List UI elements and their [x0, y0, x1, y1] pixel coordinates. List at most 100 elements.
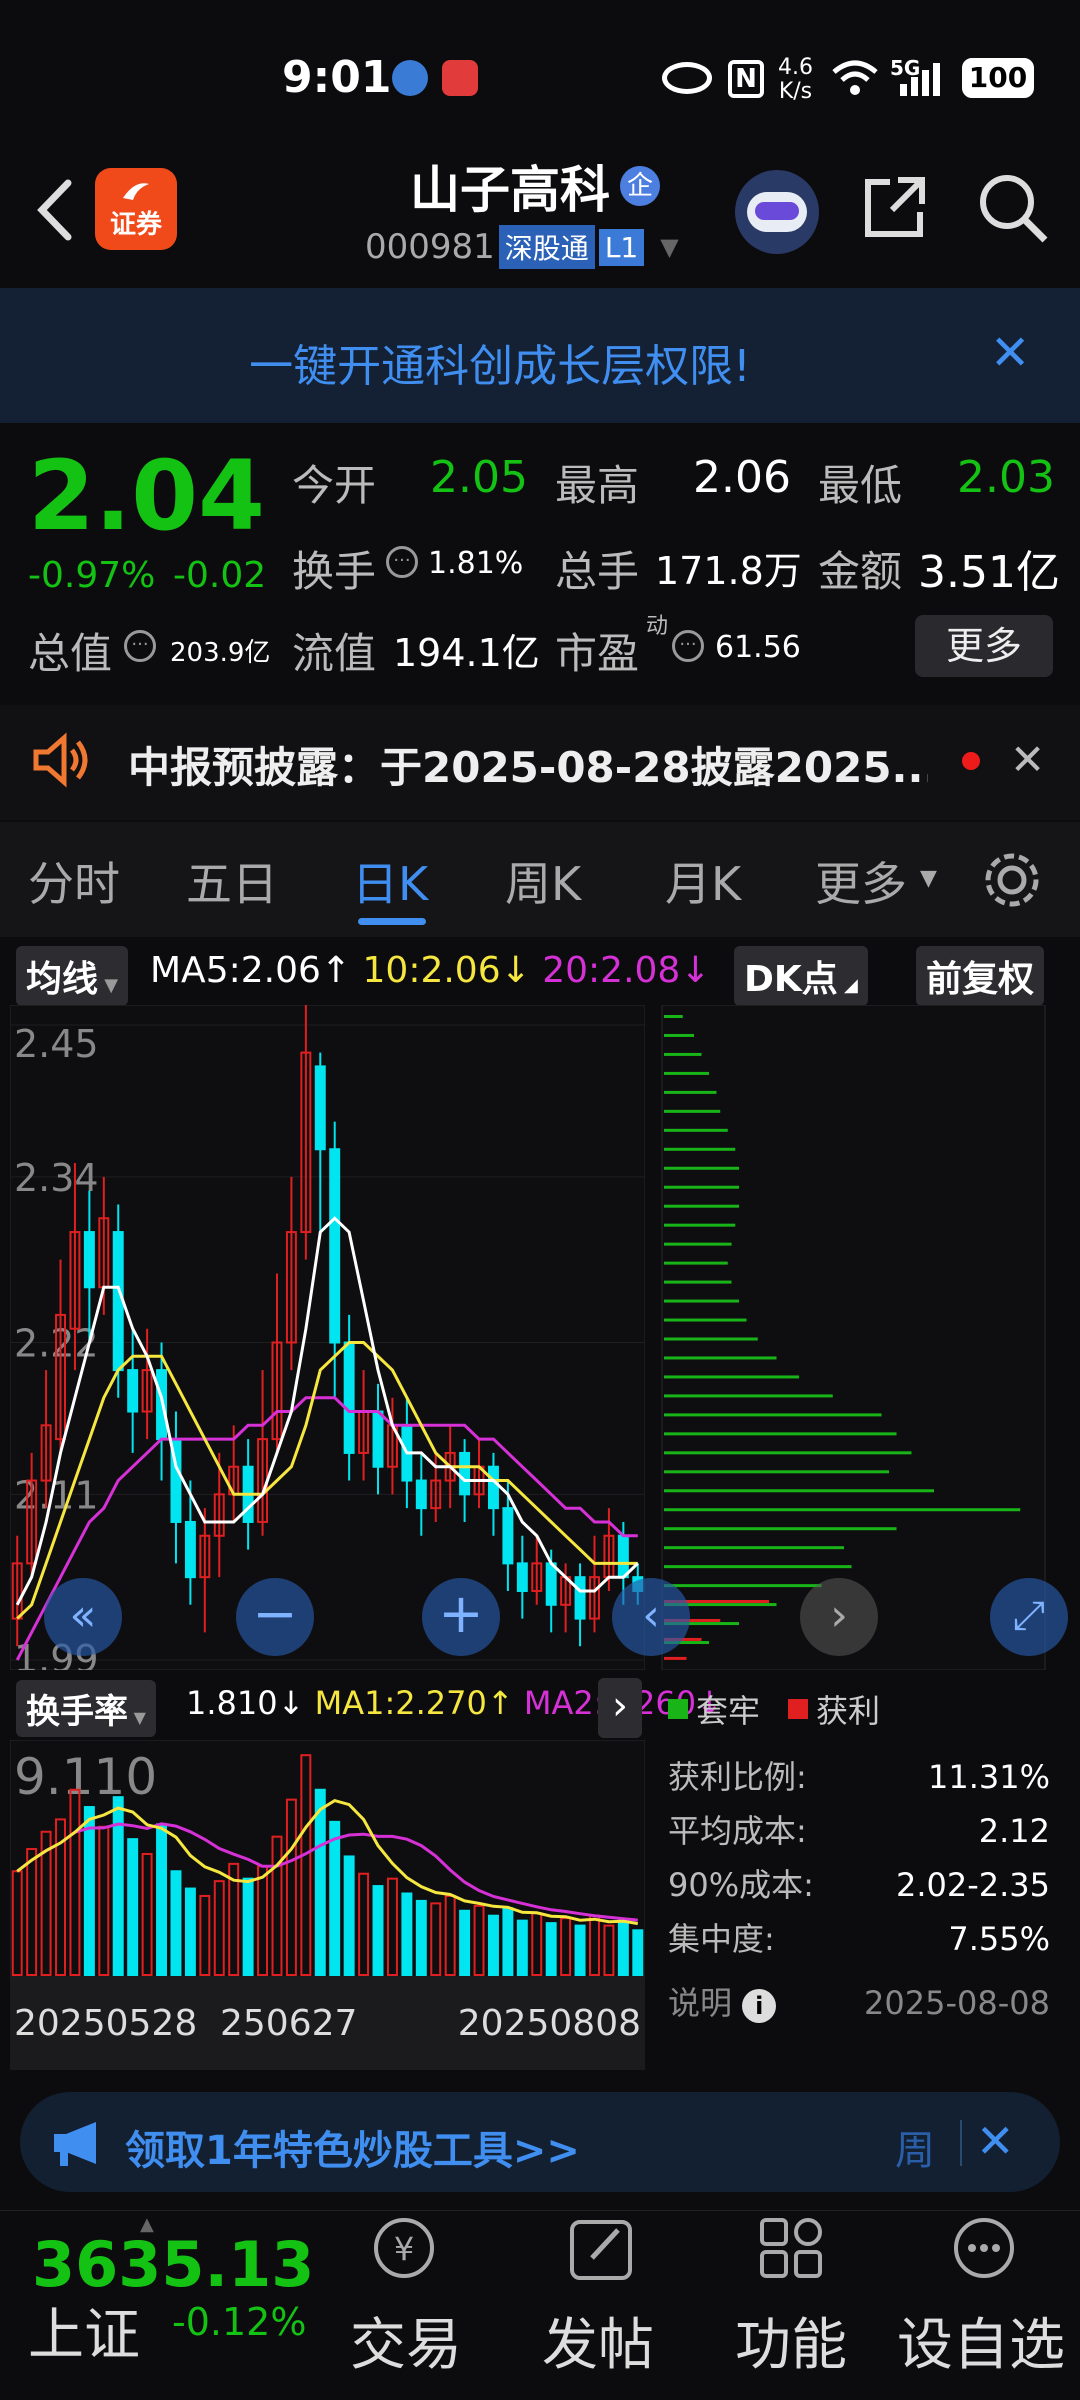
avg-cost-row: 平均成本: 2.12: [668, 1804, 1050, 1858]
dk-point-button[interactable]: DK点 ◢: [734, 946, 868, 1006]
settings-gear-icon[interactable]: [980, 848, 1044, 912]
change-pct: -0.97%: [28, 555, 156, 596]
chip-bar-trap: [664, 1052, 702, 1056]
scroll-left-button[interactable]: «: [44, 1578, 122, 1656]
tab-monthly-k[interactable]: 月K: [665, 848, 741, 914]
info-icon[interactable]: i: [742, 1989, 777, 2023]
mktcap-label: 总值: [28, 629, 113, 678]
nav-post[interactable]: 发帖: [542, 2300, 654, 2381]
trade-yen-icon: ¥: [374, 2218, 434, 2278]
nav-trade[interactable]: 交易: [350, 2300, 462, 2381]
chip-bar-trap: [664, 1128, 728, 1132]
banner-text[interactable]: 一键开通科创成长层权限!: [0, 330, 1000, 394]
net-speed-unit: K/s: [778, 79, 813, 104]
more-button[interactable]: 更多: [915, 615, 1053, 677]
tab-weekly-k[interactable]: 周K: [505, 848, 581, 914]
candle-body: [502, 1507, 514, 1565]
zoom-out-button[interactable]: −: [236, 1578, 314, 1656]
trap-label: 套牢: [696, 1692, 761, 1730]
cost90-row: 90%成本: 2.02-2.35: [668, 1858, 1050, 1912]
chip-distribution-chart[interactable]: [660, 1005, 1050, 1670]
notice-red-dot: [962, 752, 980, 770]
chip-next-button[interactable]: ›: [800, 1578, 878, 1656]
turnover-bar: [574, 1924, 586, 1976]
chip-bar-profit: [664, 1656, 687, 1660]
turnover-indicator-label: 换手率: [26, 1692, 128, 1732]
battery-level: 100: [968, 61, 1028, 94]
turnover-max-label: 9.110: [14, 1748, 157, 1806]
chip-prev-button[interactable]: ‹: [612, 1578, 690, 1656]
note-row[interactable]: 说明 i 2025-08-08: [668, 1976, 1050, 2030]
x-tick-label: 20250528: [14, 2003, 197, 2044]
banner-close-icon[interactable]: ✕: [990, 325, 1030, 381]
nav-function[interactable]: 功能: [735, 2300, 847, 2381]
app-logo[interactable]: 证券: [95, 168, 177, 250]
dk-corner-icon: ◢: [837, 975, 858, 996]
change-value: -0.02: [173, 555, 267, 596]
level-tag: L1: [598, 228, 645, 266]
amount-value: 3.51亿: [918, 547, 1060, 598]
float-value: 194.1亿: [393, 631, 540, 675]
chip-stats: 获利比例: 11.31% 平均成本: 2.12 90%成本: 2.02-2.35 集中…: [668, 1750, 1050, 2030]
turnover-info-icon[interactable]: ···: [386, 546, 418, 578]
notice-close-icon[interactable]: ✕: [1010, 735, 1045, 784]
mktcap-info-icon[interactable]: ···: [124, 630, 156, 662]
adjust-button[interactable]: 前复权: [916, 946, 1045, 1006]
back-chevron-icon[interactable]: [28, 175, 88, 245]
promo-text[interactable]: 领取1年特色炒股工具>>: [125, 2118, 580, 2176]
pe-info-icon[interactable]: ···: [672, 630, 704, 662]
ma-select-button[interactable]: 均线 ▼: [16, 946, 129, 1006]
signal-icon: [900, 63, 940, 96]
tab-more[interactable]: 更多: [815, 848, 907, 914]
chip-legend: 套牢 获利: [668, 1686, 880, 1732]
enterprise-badge: 企: [620, 166, 660, 206]
chip-bar-trap: [664, 1204, 739, 1208]
chip-bar-trap: [664, 1185, 739, 1189]
robot-avatar[interactable]: [735, 170, 819, 254]
chip-bar-trap: [664, 1451, 912, 1455]
tab-five-day[interactable]: 五日: [186, 848, 278, 914]
ma10-arrow: ↓: [500, 950, 531, 991]
kline-chart[interactable]: 2.452.342.222.111.99: [10, 1005, 645, 1670]
turnover-bar: [459, 1909, 471, 1976]
index-name[interactable]: 上证: [28, 2290, 140, 2371]
stock-code: 000981: [365, 227, 495, 267]
open-value: 2.05: [430, 452, 528, 503]
stock-code-line[interactable]: 000981 深股通 L1 ▼: [365, 225, 679, 269]
chip-bar-trap: [664, 1565, 852, 1569]
search-icon[interactable]: [975, 170, 1051, 246]
tab-active-indicator: [358, 918, 426, 925]
profit-ratio-value: 11.31%: [927, 1758, 1050, 1796]
notice-text[interactable]: 中报预披露：于2025-08-28披露2025...: [128, 734, 928, 795]
candle-body: [516, 1562, 528, 1592]
turnover-indicator-select[interactable]: 换手率 ▼: [16, 1680, 156, 1737]
message-icon: [442, 60, 478, 96]
volume-value: 171.8万: [655, 549, 802, 593]
chip-bar-trap: [664, 1261, 728, 1265]
nfc-icon: N: [728, 60, 764, 98]
chip-bar-trap: [664, 1432, 897, 1436]
stock-title: 山子高科 企: [410, 150, 660, 222]
chip-bar-trap: [664, 1015, 683, 1018]
turnover-next-button[interactable]: ›: [598, 1678, 642, 1738]
chip-bar-trap: [664, 1299, 739, 1303]
chip-bar-trap: [664, 1147, 736, 1151]
turnover-chart[interactable]: 9.110 20250528 250627 20250808: [10, 1740, 645, 2070]
current-price: 2.04: [28, 440, 265, 552]
fullscreen-expand-icon[interactable]: ⤢: [990, 1578, 1068, 1656]
x-tick-label: 250627: [220, 2003, 357, 2044]
post-edit-icon: [570, 2220, 632, 2280]
ma5-value: MA5:2.06: [150, 950, 321, 991]
share-icon[interactable]: [860, 172, 930, 242]
candle-body: [372, 1410, 384, 1468]
candle-body: [545, 1562, 557, 1606]
promo-close-icon[interactable]: ✕: [976, 2114, 1015, 2168]
turnover-bar: [516, 1919, 528, 1977]
tab-daily-k[interactable]: 日K: [352, 848, 428, 914]
low-value: 2.03: [957, 452, 1055, 503]
tab-intraday[interactable]: 分时: [28, 848, 120, 914]
turnover-caret-icon: ▼: [128, 1708, 146, 1727]
zoom-in-button[interactable]: +: [422, 1578, 500, 1656]
profit-swatch: [788, 1699, 809, 1719]
nav-add-watchlist[interactable]: 设自选: [897, 2300, 1065, 2381]
